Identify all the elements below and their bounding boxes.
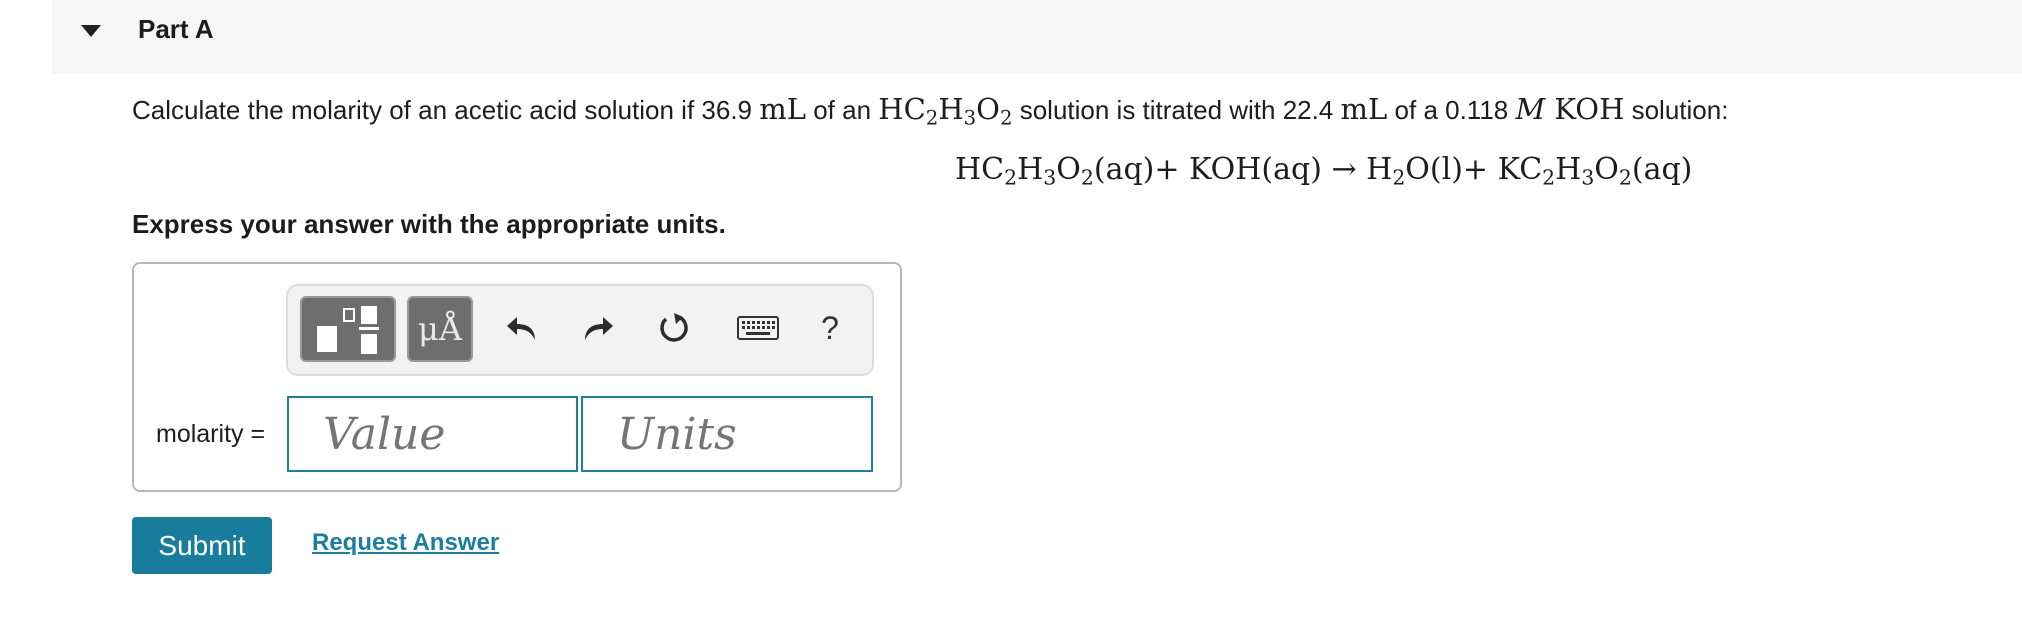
reset-icon xyxy=(660,313,688,342)
help-button[interactable]: ? xyxy=(808,306,852,350)
acetic-acid-formula: HC2H3O2 xyxy=(878,92,1013,130)
keyboard-icon xyxy=(737,316,779,340)
units-button[interactable]: μÅ xyxy=(407,296,473,362)
answer-instruction: Express your answer with the appropriate… xyxy=(132,209,726,239)
molarity-label: molarity = xyxy=(156,420,266,448)
submit-button[interactable]: Submit xyxy=(132,517,272,574)
reaction-equation: HC2H3O2(aq)+ KOH(aq) → H2O(l)+ KC2H3O2(a… xyxy=(955,152,1693,190)
template-button[interactable] xyxy=(300,296,396,362)
question-text: Calculate the molarity of an acetic acid… xyxy=(132,92,1729,130)
undo-icon xyxy=(507,317,535,340)
request-answer-link[interactable]: Request Answer xyxy=(312,529,499,557)
keyboard-button[interactable] xyxy=(730,306,786,350)
redo-icon xyxy=(585,317,613,340)
value-input[interactable] xyxy=(287,396,578,472)
part-title: Part A xyxy=(138,14,214,44)
units-input[interactable] xyxy=(581,396,873,472)
undo-button[interactable] xyxy=(500,306,544,350)
collapse-caret-icon[interactable] xyxy=(81,25,101,37)
redo-button[interactable] xyxy=(576,306,620,350)
part-header[interactable]: Part A xyxy=(52,0,2022,74)
reset-button[interactable] xyxy=(652,306,696,350)
